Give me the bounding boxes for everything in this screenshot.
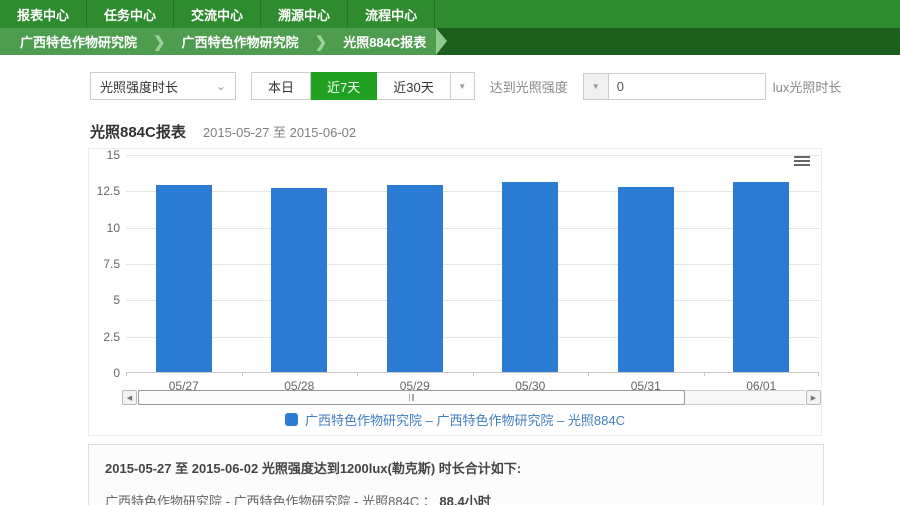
- bar-05/30[interactable]: [502, 182, 558, 372]
- breadcrumb-chevron-icon: ❯: [309, 33, 334, 51]
- controls-row: 光照强度时长 ⌄ 本日近7天近30天▼ 达到光照强度 ▼ lux光照时长: [88, 72, 900, 100]
- top-nav: 报表中心任务中心交流中心溯源中心流程中心: [0, 0, 900, 28]
- range-button-group: 本日近7天近30天▼: [251, 72, 475, 100]
- x-axis-tick: [588, 372, 589, 376]
- report-title: 光照884C报表: [90, 121, 186, 142]
- range-button-1[interactable]: 本日: [251, 72, 311, 100]
- threshold-label: 达到光照强度: [490, 77, 568, 96]
- range-button-3[interactable]: 近30天: [377, 72, 450, 100]
- breadcrumb-filler: [447, 28, 900, 55]
- y-tick-label: 10: [107, 221, 120, 235]
- bar-05/29[interactable]: [387, 185, 443, 372]
- report-header: 光照884C报表 2015-05-27 至 2015-06-02: [88, 121, 900, 141]
- summary-box: 2015-05-27 至 2015-06-02 光照强度达到1200lux(勒克…: [88, 444, 824, 505]
- x-axis-tick: [473, 372, 474, 376]
- bar-05/27[interactable]: [156, 185, 212, 372]
- gridline: [126, 337, 819, 338]
- scroll-thumb[interactable]: [138, 390, 685, 405]
- x-axis-tick: [818, 372, 819, 376]
- breadcrumb-strip: 广西特色作物研究院❯广西特色作物研究院❯光照884C报表: [0, 28, 436, 55]
- y-tick-label: 12.5: [97, 184, 120, 198]
- x-axis-tick: [242, 372, 243, 376]
- threshold-mini-select[interactable]: ▼: [583, 73, 609, 100]
- gridline: [126, 264, 819, 265]
- nav-item-4[interactable]: 溯源中心: [261, 0, 348, 28]
- breadcrumb-item-1[interactable]: 广西特色作物研究院: [10, 32, 147, 51]
- chevron-down-icon: ⌄: [216, 79, 226, 93]
- scroll-right-button[interactable]: ▶: [806, 390, 821, 405]
- gridline: [126, 300, 819, 301]
- x-axis-tick: [126, 372, 127, 376]
- content: 光照强度时长 ⌄ 本日近7天近30天▼ 达到光照强度 ▼ lux光照时长 光照8…: [0, 72, 900, 505]
- summary-value: 88.4小时: [439, 494, 490, 505]
- threshold-input[interactable]: [609, 73, 766, 100]
- bar-06/01[interactable]: [733, 182, 789, 372]
- breadcrumb: 广西特色作物研究院❯广西特色作物研究院❯光照884C报表: [0, 28, 900, 55]
- y-tick-label: 2.5: [103, 330, 120, 344]
- y-tick-label: 15: [107, 148, 120, 162]
- y-axis: 02.557.51012.515: [89, 155, 120, 373]
- nav-item-3[interactable]: 交流中心: [174, 0, 261, 28]
- summary-series-label: 广西特色作物研究院 - 广西特色作物研究院 - 光照884C ：: [105, 494, 439, 505]
- unit-label: lux光照时长: [773, 77, 842, 96]
- legend-marker-icon: [285, 413, 298, 426]
- y-tick-label: 0: [113, 366, 120, 380]
- chart-legend[interactable]: 广西特色作物研究院 – 广西特色作物研究院 – 光照884C: [89, 410, 821, 429]
- bar-05/31[interactable]: [618, 187, 674, 372]
- nav-item-1[interactable]: 报表中心: [0, 0, 87, 28]
- page: 报表中心任务中心交流中心溯源中心流程中心 广西特色作物研究院❯广西特色作物研究院…: [0, 0, 900, 505]
- breadcrumb-item-2[interactable]: 广西特色作物研究院: [172, 32, 309, 51]
- x-axis-tick: [357, 372, 358, 376]
- metric-select-value: 光照强度时长: [100, 77, 178, 96]
- scroll-left-button[interactable]: ◀: [122, 390, 137, 405]
- caret-down-icon: ▼: [592, 82, 600, 91]
- bar-05/28[interactable]: [271, 188, 327, 372]
- legend-label: 广西特色作物研究院 – 广西特色作物研究院 – 光照884C: [305, 410, 625, 429]
- nav-item-2[interactable]: 任务中心: [87, 0, 174, 28]
- breadcrumb-arrow-icon: [436, 28, 447, 55]
- summary-line: 广西特色作物研究院 - 广西特色作物研究院 - 光照884C ： 88.4小时: [105, 491, 807, 505]
- gridline: [126, 155, 819, 156]
- y-tick-label: 5: [113, 293, 120, 307]
- plot-area: 05/2705/2805/2905/3005/3106/01: [126, 155, 819, 373]
- gridline: [126, 228, 819, 229]
- breadcrumb-chevron-icon: ❯: [147, 33, 172, 51]
- y-tick-label: 7.5: [103, 257, 120, 271]
- chart-scrollbar: ◀ ▶: [122, 390, 821, 405]
- metric-select[interactable]: 光照强度时长 ⌄: [90, 72, 236, 100]
- nav-item-5[interactable]: 流程中心: [348, 0, 435, 28]
- summary-heading: 2015-05-27 至 2015-06-02 光照强度达到1200lux(勒克…: [105, 458, 807, 477]
- breadcrumb-item-3[interactable]: 光照884C报表: [333, 32, 436, 51]
- chart-panel: 0 2.5 5 7.5 10 12.5 15 05/2705/2805/2905/3005/…: [88, 148, 822, 436]
- range-button-2[interactable]: 近7天: [311, 72, 377, 100]
- scroll-track[interactable]: [138, 390, 805, 405]
- report-date-range: 2015-05-27 至 2015-06-02: [203, 122, 356, 141]
- x-axis-tick: [704, 372, 705, 376]
- gridline: [126, 191, 819, 192]
- scroll-grip-icon: [409, 394, 414, 401]
- range-caret-button[interactable]: ▼: [451, 72, 475, 100]
